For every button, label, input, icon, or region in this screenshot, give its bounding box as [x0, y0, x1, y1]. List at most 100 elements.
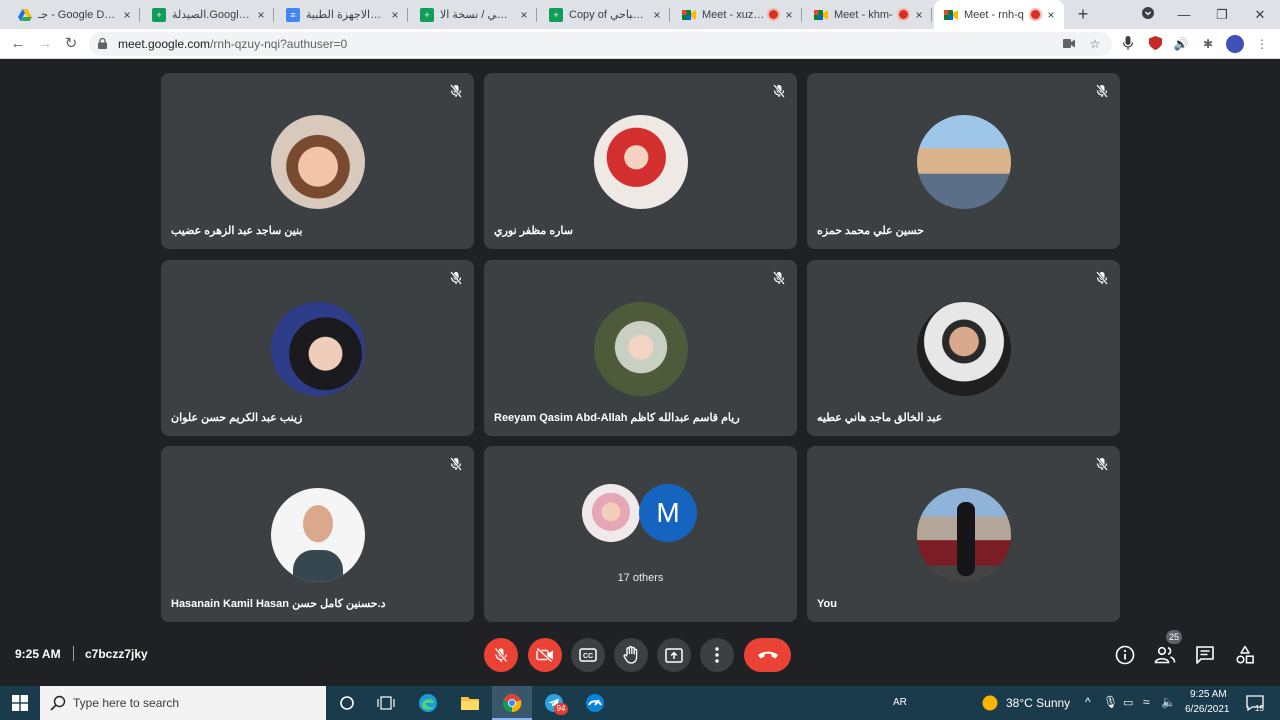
tab-docs[interactable]: ≡ الاجهزة الطبية - Google Docs × — [276, 0, 408, 29]
bookmark-star-icon[interactable]: ☆ — [1088, 37, 1102, 51]
mic-off-icon — [494, 647, 508, 663]
present-screen-button[interactable] — [657, 638, 691, 672]
forward-icon[interactable]: → — [36, 35, 54, 53]
participant-tile[interactable]: Reeyam Qasim Abd-Allah ريام قاسم عبدالله… — [484, 260, 797, 436]
close-tab-icon[interactable]: × — [388, 8, 402, 22]
close-tab-icon[interactable]: × — [120, 8, 134, 22]
windows-start-icon[interactable] — [12, 695, 28, 711]
people-button[interactable] — [1154, 644, 1176, 666]
taskbar-search-input[interactable]: Type here to search — [40, 686, 326, 720]
microphone-icon[interactable] — [1120, 36, 1136, 52]
address-bar: ← → ↻ meet.google.com/rnh-qzuy-nqi?authu… — [0, 29, 1280, 59]
info-icon — [1115, 645, 1135, 665]
participant-tile[interactable]: Hasanain Kamil Hasan د.حسنين كامل حسن — [161, 446, 474, 622]
cortana-icon[interactable] — [335, 691, 359, 715]
people-icon — [1154, 646, 1176, 664]
participant-name: Hasanain Kamil Hasan د.حسنين كامل حسن — [171, 598, 386, 610]
close-tab-icon[interactable]: × — [1044, 8, 1058, 22]
edge-browser-icon[interactable] — [416, 691, 440, 715]
participant-tile[interactable]: حسين علي محمد حمزه — [807, 73, 1120, 249]
tray-microphone-icon[interactable]: 🎙 — [1103, 695, 1118, 709]
more-options-button[interactable] — [700, 638, 734, 672]
hand-icon — [623, 646, 638, 664]
participant-avatar — [917, 302, 1011, 396]
activities-button[interactable] — [1234, 644, 1256, 666]
close-window-icon[interactable]: ✕ — [1242, 0, 1278, 29]
weather-text[interactable]: 38°C Sunny — [1006, 696, 1070, 710]
toggle-camera-button[interactable] — [528, 638, 562, 672]
suit-shape — [293, 550, 343, 582]
participant-name: زينب عبد الكريم حسن علوان — [171, 412, 303, 424]
chat-button[interactable] — [1194, 644, 1216, 666]
participant-name: بنين ساجد عبد الزهره عضيب — [171, 225, 303, 237]
notification-icon[interactable]: 15 — [1243, 691, 1267, 715]
participant-initial-avatar: M — [639, 484, 697, 542]
new-tab-button[interactable]: + — [1073, 4, 1093, 24]
speaker-icon[interactable]: 🔊 — [1173, 36, 1189, 52]
leave-call-button[interactable] — [744, 638, 791, 672]
participant-avatar — [582, 484, 640, 542]
tab-meet-khm[interactable]: Meet - khm- × — [804, 0, 932, 29]
reload-icon[interactable]: ↻ — [62, 35, 80, 53]
wifi-icon[interactable]: ≈ — [1143, 695, 1150, 709]
tab-search-icon[interactable] — [1130, 0, 1166, 29]
extensions-puzzle-icon[interactable]: ✱ — [1200, 36, 1216, 52]
chrome-menu-icon[interactable]: ⋮ — [1254, 36, 1270, 52]
google-docs-icon: ≡ — [286, 7, 300, 22]
clock-date[interactable]: 6/26/2021 — [1185, 704, 1230, 715]
participant-tile[interactable]: عبد الخالق ماجد هاني عطيه — [807, 260, 1120, 436]
close-tab-icon[interactable]: × — [254, 8, 268, 22]
back-icon[interactable]: ← — [9, 35, 27, 53]
participant-avatar — [917, 115, 1011, 209]
weather-sun-icon — [978, 691, 1002, 715]
clock-time[interactable]: 9:25 AM — [1190, 689, 1227, 700]
maximize-icon[interactable]: ❐ — [1204, 0, 1240, 29]
input-language[interactable]: AR — [893, 697, 907, 708]
mic-off-icon — [450, 457, 462, 471]
telegram-icon[interactable]: 94 — [542, 691, 568, 715]
tab-sheets-copy[interactable]: + Copy of الصباحي × — [539, 0, 670, 29]
divider — [73, 646, 74, 661]
file-explorer-icon[interactable] — [458, 691, 482, 715]
self-label: You — [817, 598, 837, 610]
url-field[interactable]: meet.google.com/rnh-qzuy-nqi?authuser=0 … — [89, 32, 1112, 56]
tab-sheets-1[interactable]: + الصيدلة.Google Sheets × — [142, 0, 274, 29]
close-tab-icon[interactable]: × — [912, 8, 926, 22]
participant-tile[interactable]: بنين ساجد عبد الزهره عضيب — [161, 73, 474, 249]
tab-sheets-2[interactable]: + الصباحي / نسخة الا × — [410, 0, 537, 29]
self-tile[interactable]: You — [807, 446, 1120, 622]
participant-tile[interactable]: زينب عبد الكريم حسن علوان — [161, 260, 474, 436]
tab-meet-rnh[interactable]: Meet - rnh-q × — [934, 0, 1064, 29]
google-meet-icon — [682, 8, 696, 22]
participant-tile[interactable]: ساره مظفر نوري — [484, 73, 797, 249]
speedtest-app-icon[interactable] — [583, 691, 607, 715]
tab-meet-xuz[interactable]: Meet - xuz-vk × — [672, 0, 802, 29]
chrome-icon[interactable] — [500, 691, 524, 715]
close-tab-icon[interactable]: × — [782, 8, 796, 22]
close-tab-icon[interactable]: × — [650, 8, 664, 22]
tray-chevron-icon[interactable]: ^ — [1085, 695, 1091, 709]
captions-button[interactable]: CC — [571, 638, 605, 672]
recording-icon — [1031, 10, 1040, 19]
mic-off-icon — [1096, 457, 1108, 471]
person-shape — [957, 502, 975, 576]
minimize-icon[interactable]: — — [1166, 0, 1202, 29]
tab-google-drive[interactable]: جـ - Google Drive × — [8, 0, 140, 29]
camera-in-use-icon[interactable] — [1062, 37, 1076, 51]
shield-extension-icon[interactable] — [1147, 36, 1163, 52]
url-text: meet.google.com/rnh-qzuy-nqi?authuser=0 — [118, 37, 348, 51]
meeting-details-button[interactable] — [1114, 644, 1136, 666]
toggle-mic-button[interactable] — [484, 638, 518, 672]
profile-avatar[interactable] — [1226, 35, 1244, 53]
close-tab-icon[interactable]: × — [517, 8, 531, 22]
task-view-icon[interactable] — [374, 691, 398, 715]
volume-icon[interactable]: 🔈 — [1161, 695, 1176, 709]
battery-icon[interactable]: ▭ — [1123, 696, 1133, 709]
google-meet-icon — [944, 8, 958, 22]
raise-hand-button[interactable] — [614, 638, 648, 672]
present-icon — [665, 647, 683, 663]
google-meet-icon — [814, 8, 828, 22]
mic-off-icon — [1096, 271, 1108, 285]
notification-count: 15 — [1255, 704, 1264, 713]
others-tile[interactable]: M 17 others — [484, 446, 797, 622]
